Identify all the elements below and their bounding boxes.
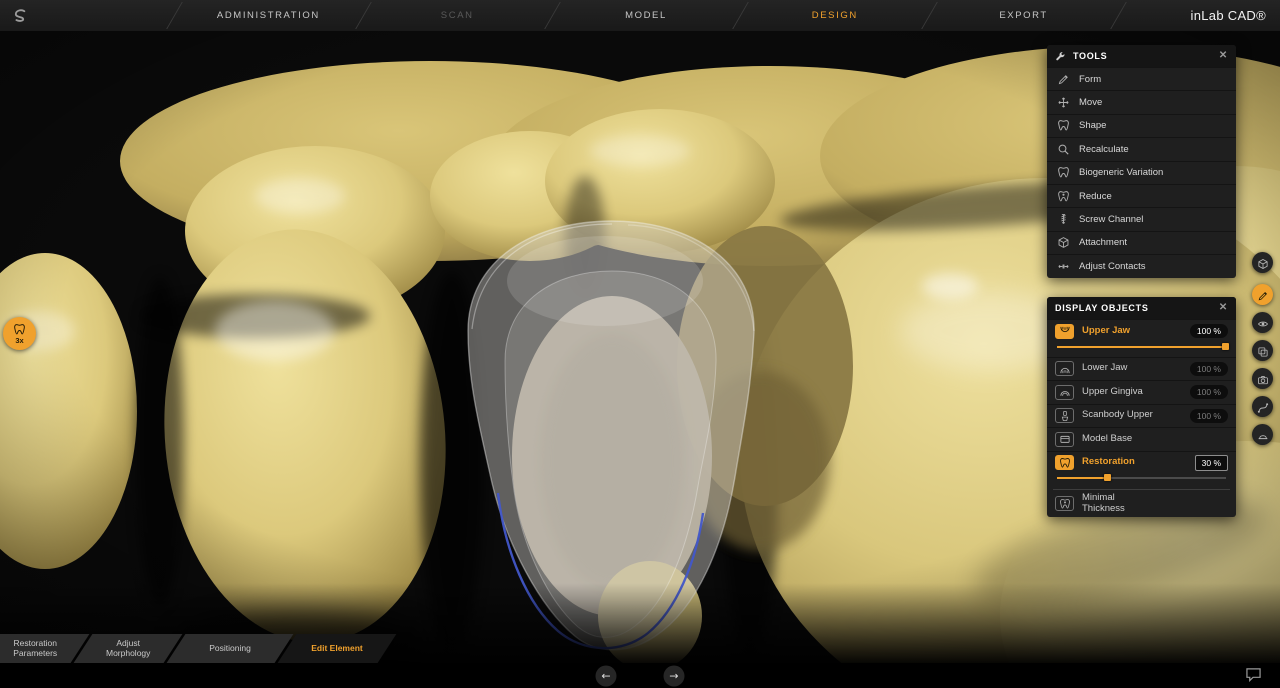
previous-step-button[interactable]: ← <box>596 665 617 686</box>
gingiva-icon <box>1055 385 1074 400</box>
tooth-icon <box>13 323 26 336</box>
edit-tools-button[interactable] <box>1252 284 1273 305</box>
bottom-bar: ← → <box>0 663 1280 688</box>
top-nav-bar: ADMINISTRATION SCAN MODEL DESIGN EXPORT … <box>0 0 1280 31</box>
cap-button[interactable] <box>1252 424 1273 445</box>
step-adjust-morphology[interactable]: Adjust Morphology <box>74 634 183 663</box>
tools-panel-close-icon[interactable]: ✕ <box>1219 51 1228 61</box>
display-objects-header: DISPLAY OBJECTS ✕ <box>1047 297 1236 319</box>
display-object-lower-jaw[interactable]: Lower Jaw 100 % <box>1047 357 1236 381</box>
display-objects-title: DISPLAY OBJECTS <box>1055 303 1149 313</box>
tool-item-adjust-contacts[interactable]: Adjust Contacts <box>1047 254 1236 277</box>
tool-item-move[interactable]: Move <box>1047 90 1236 113</box>
shape-tooth-icon <box>1057 119 1070 132</box>
tool-item-screw-channel[interactable]: Screw Channel <box>1047 207 1236 230</box>
view-cube-button[interactable] <box>1252 252 1273 273</box>
tool-item-reduce[interactable]: Reduce <box>1047 184 1236 207</box>
edit-pencil-icon <box>1257 289 1269 301</box>
model-base-icon <box>1055 432 1074 447</box>
recalculate-magnifier-icon <box>1057 143 1070 156</box>
lower-jaw-icon <box>1055 361 1074 376</box>
upper-jaw-opacity-slider[interactable] <box>1047 343 1236 357</box>
biogeneric-tooth-icon <box>1057 166 1070 179</box>
tool-item-shape[interactable]: Shape <box>1047 114 1236 137</box>
nav-scan: SCAN <box>363 0 552 31</box>
side-toolbar <box>1252 252 1273 445</box>
reduce-tooth-icon <box>1057 190 1070 203</box>
wrench-icon <box>1055 51 1066 62</box>
form-pencil-icon <box>1057 73 1070 86</box>
spline-button[interactable] <box>1252 396 1273 417</box>
restoration-opacity-input[interactable]: 30 % <box>1195 455 1228 471</box>
view-cube-icon <box>1257 257 1269 269</box>
tools-panel-title: TOOLS <box>1073 51 1107 61</box>
screw-icon <box>1057 213 1070 226</box>
panel-separator <box>1053 489 1230 490</box>
zoom-multiplier-label: 3x <box>15 337 23 345</box>
restoration-tooth-icon <box>1055 455 1074 470</box>
step-positioning[interactable]: Positioning <box>167 634 294 663</box>
lower-jaw-opacity-value: 100 % <box>1190 362 1228 376</box>
eye-icon <box>1257 317 1269 329</box>
display-objects-button[interactable] <box>1252 312 1273 333</box>
spline-icon <box>1257 401 1269 413</box>
next-step-button[interactable]: → <box>664 665 685 686</box>
tool-item-form[interactable]: Form <box>1047 67 1236 90</box>
upper-jaw-icon <box>1055 324 1074 339</box>
nav-administration[interactable]: ADMINISTRATION <box>174 0 363 31</box>
tools-panel-header: TOOLS ✕ <box>1047 45 1236 67</box>
tools-panel: TOOLS ✕ Form Move Shape Recalculate B <box>1047 45 1236 278</box>
step-edit-element[interactable]: Edit Element <box>278 634 397 663</box>
cap-icon <box>1257 429 1269 441</box>
layers-button[interactable] <box>1252 340 1273 361</box>
restoration-opacity-slider[interactable] <box>1047 474 1236 488</box>
display-object-model-base[interactable]: Model Base <box>1047 427 1236 451</box>
dentsply-sirona-logo-icon <box>12 8 28 24</box>
tool-item-attachment[interactable]: Attachment <box>1047 231 1236 254</box>
app-title: inLab CAD® <box>1118 0 1280 31</box>
contacts-arrows-icon <box>1057 260 1070 273</box>
upper-jaw-opacity-value: 100 % <box>1190 324 1228 338</box>
nav-export[interactable]: EXPORT <box>929 0 1118 31</box>
display-object-minimal-thickness[interactable]: Minimal Thickness <box>1047 491 1236 517</box>
phase-nav: ADMINISTRATION SCAN MODEL DESIGN EXPORT <box>174 0 1118 31</box>
design-step-tabs: Restoration Parameters Adjust Morphology… <box>0 634 387 663</box>
display-object-upper-gingiva[interactable]: Upper Gingiva 100 % <box>1047 380 1236 404</box>
feedback-chat-button[interactable] <box>1245 667 1262 687</box>
attachment-icon <box>1057 236 1070 249</box>
camera-button[interactable] <box>1252 368 1273 389</box>
layers-icon <box>1257 345 1269 357</box>
chat-bubble-icon <box>1245 667 1262 682</box>
nav-model[interactable]: MODEL <box>552 0 741 31</box>
display-objects-close-icon[interactable]: ✕ <box>1219 303 1228 313</box>
nav-design[interactable]: DESIGN <box>740 0 929 31</box>
step-pager: ← → <box>596 665 685 686</box>
display-object-upper-jaw[interactable]: Upper Jaw 100 % <box>1047 319 1236 343</box>
display-objects-panel: DISPLAY OBJECTS ✕ Upper Jaw 100 % Lower … <box>1047 297 1236 517</box>
tool-item-biogeneric-variation[interactable]: Biogeneric Variation <box>1047 161 1236 184</box>
upper-gingiva-opacity-value: 100 % <box>1190 385 1228 399</box>
camera-icon <box>1257 373 1269 385</box>
minimal-thickness-icon <box>1055 496 1074 511</box>
inlab-cad-app: ADMINISTRATION SCAN MODEL DESIGN EXPORT … <box>0 0 1280 688</box>
tool-item-recalculate[interactable]: Recalculate <box>1047 137 1236 160</box>
3d-viewport[interactable]: 3x TOOLS ✕ Form Move Shape R <box>0 31 1280 663</box>
move-arrows-icon <box>1057 96 1070 109</box>
display-object-restoration[interactable]: Restoration 30 % <box>1047 451 1236 475</box>
scanbody-icon <box>1055 408 1074 423</box>
zoom-multiplier-badge[interactable]: 3x <box>3 317 36 350</box>
display-object-scanbody-upper[interactable]: Scanbody Upper 100 % <box>1047 404 1236 428</box>
scanbody-upper-opacity-value: 100 % <box>1190 409 1228 423</box>
